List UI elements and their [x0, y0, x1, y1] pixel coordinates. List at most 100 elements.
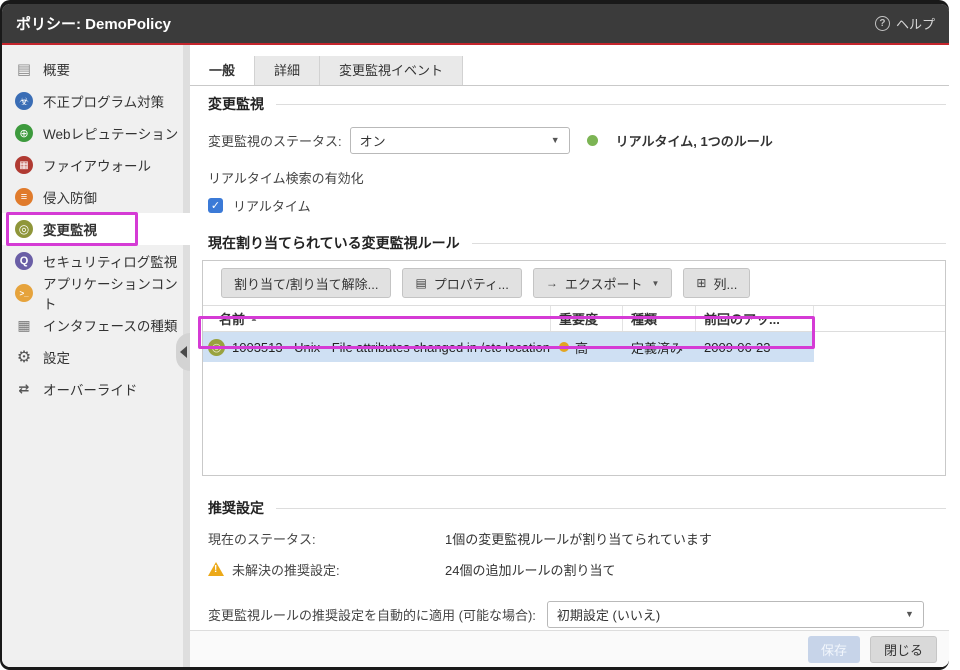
section-assigned-rules: 現在割り当てられている変更監視ルール — [208, 233, 946, 253]
sidebar-item-label: 変更監視 — [43, 219, 97, 239]
export-label: エクスポート — [565, 274, 643, 293]
status-green-dot — [587, 135, 598, 146]
column-header-name[interactable]: 名前 ▲ — [203, 306, 551, 331]
sidebar-item-overview[interactable]: ▤ 概要 — [2, 53, 190, 85]
sidebar-item-label: セキュリティログ監視 — [43, 251, 177, 271]
policy-editor-window: ポリシー: DemoPolicy ? ヘルプ ▤ 概要 ☣ 不正プログラム対策 … — [2, 4, 949, 667]
export-button[interactable]: → エクスポート ▼ — [533, 268, 673, 298]
rule-severity: 高 — [575, 338, 588, 357]
sidebar-collapse-handle[interactable] — [176, 333, 190, 371]
status-label: 変更監視のステータス: — [208, 131, 342, 150]
sidebar-item-firewall[interactable]: ▦ ファイアウォール — [2, 149, 190, 181]
column-header-last-update[interactable]: 前回のアッ... — [696, 306, 814, 331]
sidebar-item-label: Webレピュテーション — [43, 123, 178, 143]
rule-name: 1003513 - Unix - File attributes changed… — [232, 340, 550, 355]
auto-apply-value: 初期設定 (いいえ) — [557, 605, 660, 624]
log-inspection-icon: Q — [15, 252, 33, 270]
main-panel: 一般 詳細 変更監視イベント 変更監視 変更監視のステータス: オン ▼ リアル… — [190, 45, 949, 667]
help-label: ヘルプ — [896, 14, 935, 33]
table-row[interactable]: ◎ 1003513 - Unix - File attributes chang… — [203, 332, 945, 362]
export-icon: → — [546, 276, 558, 290]
section-integrity-monitoring: 変更監視 — [208, 94, 946, 114]
tab-general[interactable]: 一般 — [190, 56, 255, 85]
content-area: 変更監視 変更監視のステータス: オン ▼ リアルタイム, 1つのルール リアル… — [190, 86, 949, 630]
section-title: 現在割り当てられている変更監視ルール — [208, 233, 460, 253]
properties-icon: ▤ — [415, 276, 426, 290]
overview-icon: ▤ — [15, 60, 33, 78]
unresolved-value: 24個の追加ルールの割り当て — [445, 560, 615, 579]
sidebar-item-label: オーバーライド — [43, 379, 137, 399]
web-reputation-icon: ⊕ — [15, 124, 33, 142]
sidebar-item-label: 設定 — [43, 347, 70, 367]
realtime-enable-label: リアルタイム検索の有効化 — [208, 168, 364, 187]
properties-label: プロパティ... — [434, 274, 509, 293]
column-header-filler — [814, 306, 945, 331]
overrides-icon: ⇄ — [15, 380, 33, 398]
columns-button[interactable]: ⊞ 列... — [683, 268, 750, 298]
section-title: 変更監視 — [208, 94, 264, 114]
help-icon: ? — [875, 16, 890, 31]
chevron-down-icon: ▼ — [551, 135, 560, 145]
column-header-severity[interactable]: 重要度 — [551, 306, 623, 331]
sidebar-item-integrity-monitoring[interactable]: ◎ 変更監視 — [2, 213, 190, 245]
sidebar-item-label: アプリケーションコント — [43, 273, 190, 313]
section-title: 推奨設定 — [208, 498, 264, 518]
tab-advanced[interactable]: 詳細 — [255, 56, 320, 85]
sidebar-item-interface-types[interactable]: ▦ インタフェースの種類 — [2, 309, 190, 341]
sidebar-item-overrides[interactable]: ⇄ オーバーライド — [2, 373, 190, 405]
sidebar-item-settings[interactable]: ⚙ 設定 — [2, 341, 190, 373]
intrusion-prevention-icon: ≡ — [15, 188, 33, 206]
anti-malware-icon: ☣ — [15, 92, 33, 110]
assign-unassign-label: 割り当て/割り当て解除... — [234, 274, 378, 293]
current-status-label: 現在のステータス: — [208, 529, 445, 548]
interface-types-icon: ▦ — [15, 316, 33, 334]
close-button[interactable]: 閉じる — [870, 636, 937, 663]
sidebar-item-label: インタフェースの種類 — [43, 315, 177, 335]
sidebar-item-label: ファイアウォール — [43, 155, 151, 175]
auto-apply-label: 変更監視ルールの推奨設定を自動的に適用 (可能な場合): — [208, 605, 536, 624]
gear-icon: ⚙ — [15, 348, 33, 366]
columns-label: 列... — [713, 274, 737, 293]
auto-apply-select[interactable]: 初期設定 (いいえ) ▼ — [547, 601, 924, 628]
sidebar-item-label: 概要 — [43, 59, 70, 79]
assign-unassign-button[interactable]: 割り当て/割り当て解除... — [221, 268, 391, 298]
properties-button[interactable]: ▤ プロパティ... — [402, 268, 521, 298]
rules-toolbar: 割り当て/割り当て解除... ▤ プロパティ... → エクスポート ▼ ⊞ — [203, 261, 945, 305]
help-button[interactable]: ? ヘルプ — [875, 14, 935, 33]
page-title: ポリシー: DemoPolicy — [16, 13, 875, 34]
section-divider — [472, 243, 946, 244]
sidebar-item-web-reputation[interactable]: ⊕ Webレピュテーション — [2, 117, 190, 149]
chevron-down-icon: ▼ — [905, 609, 914, 619]
sidebar-item-application-control[interactable]: >_ アプリケーションコント — [2, 277, 190, 309]
application-control-icon: >_ — [15, 284, 33, 302]
sidebar-item-label: 不正プログラム対策 — [43, 91, 164, 111]
tab-im-events[interactable]: 変更監視イベント — [320, 56, 463, 85]
rule-type: 定義済み — [631, 338, 683, 357]
severity-dot — [559, 342, 569, 352]
status-note: リアルタイム, 1つのルール — [616, 131, 773, 150]
rules-panel: 割り当て/割り当て解除... ▤ プロパティ... → エクスポート ▼ ⊞ — [202, 260, 946, 476]
columns-icon: ⊞ — [696, 276, 706, 290]
table-header: 名前 ▲ 重要度 種類 前回のアッ... — [203, 305, 945, 332]
sidebar-item-intrusion-prevention[interactable]: ≡ 侵入防御 — [2, 181, 190, 213]
realtime-checkbox-label: リアルタイム — [233, 196, 311, 215]
section-recommendations: 推奨設定 — [208, 498, 946, 518]
current-status-value: 1個の変更監視ルールが割り当てられています — [445, 529, 712, 548]
section-divider — [276, 508, 946, 509]
column-header-type[interactable]: 種類 — [623, 306, 696, 331]
sort-asc-icon: ▲ — [250, 314, 258, 323]
integrity-monitoring-icon: ◎ — [15, 220, 33, 238]
chevron-down-icon: ▼ — [651, 279, 659, 288]
realtime-checkbox[interactable]: ✓ — [208, 198, 223, 213]
integrity-rule-icon: ◎ — [208, 339, 225, 356]
save-button[interactable]: 保存 — [808, 636, 860, 663]
footer-bar: 保存 閉じる — [190, 630, 949, 667]
rule-last-update: 2009-06-23 — [704, 340, 771, 355]
sidebar-item-anti-malware[interactable]: ☣ 不正プログラム対策 — [2, 85, 190, 117]
title-bar: ポリシー: DemoPolicy ? ヘルプ — [2, 4, 949, 45]
collapse-arrow-icon — [180, 346, 187, 358]
im-status-select[interactable]: オン ▼ — [350, 127, 570, 154]
section-divider — [276, 104, 946, 105]
unresolved-label: 未解決の推奨設定: — [232, 560, 340, 579]
sidebar: ▤ 概要 ☣ 不正プログラム対策 ⊕ Webレピュテーション ▦ ファイアウォー… — [2, 45, 190, 667]
